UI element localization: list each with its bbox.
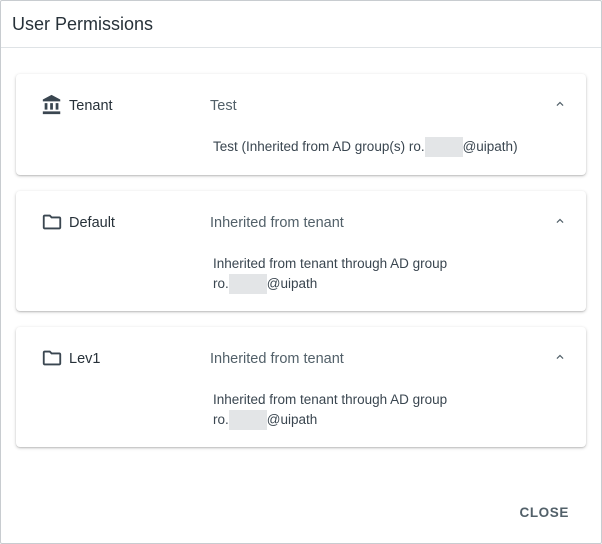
redacted-block	[424, 137, 463, 157]
detail-text: @uipath)	[462, 139, 518, 154]
panel-header[interactable]: Default Inherited from tenant	[16, 191, 586, 251]
redacted-block	[228, 410, 267, 430]
panel-summary: Test	[210, 98, 237, 114]
detail-text: Inherited from tenant through AD group	[213, 392, 448, 407]
panel-summary: Inherited from tenant	[210, 351, 344, 367]
panel-detail: Inherited from tenant through AD group r…	[213, 254, 573, 294]
detail-text: Test (Inherited from AD group(s) ro.	[213, 139, 425, 154]
dialog-footer: CLOSE	[1, 483, 601, 543]
panel-title: Lev1	[69, 351, 101, 367]
panel-detail: Test (Inherited from AD group(s) ro. @uip…	[213, 137, 573, 157]
chevron-up-icon[interactable]	[548, 209, 572, 233]
detail-text: ro. @uipath	[213, 410, 573, 430]
dialog-body[interactable]: Tenant Test Test (Inherited from AD grou…	[1, 49, 601, 483]
folder-icon	[41, 211, 63, 233]
folder-icon	[41, 347, 63, 369]
permission-panel-tenant: Tenant Test Test (Inherited from AD grou…	[16, 74, 586, 175]
permission-panel-lev1: Lev1 Inherited from tenant Inherited fro…	[16, 327, 586, 447]
close-button[interactable]: CLOSE	[509, 499, 579, 526]
redacted-block	[228, 274, 267, 294]
panel-title: Default	[69, 215, 115, 231]
panel-detail: Inherited from tenant through AD group r…	[213, 390, 573, 430]
chevron-up-icon[interactable]	[548, 92, 572, 116]
permission-panel-default: Default Inherited from tenant Inherited …	[16, 191, 586, 311]
user-permissions-dialog: User Permissions Tenant Test Test (Inher…	[0, 0, 602, 544]
panel-header[interactable]: Lev1 Inherited from tenant	[16, 327, 586, 387]
detail-text: ro. @uipath	[213, 274, 573, 294]
panel-title: Tenant	[69, 98, 113, 114]
dialog-title: User Permissions	[12, 13, 154, 34]
detail-text: ro.	[213, 276, 229, 291]
detail-text: @uipath	[266, 412, 318, 427]
dialog-header: User Permissions	[1, 1, 601, 48]
detail-text: Inherited from tenant through AD group	[213, 256, 448, 271]
panel-summary: Inherited from tenant	[210, 215, 344, 231]
chevron-up-icon[interactable]	[548, 345, 572, 369]
detail-text: @uipath	[266, 276, 318, 291]
bank-icon	[41, 94, 63, 116]
panel-header[interactable]: Tenant Test	[16, 74, 586, 134]
detail-text: ro.	[213, 412, 229, 427]
